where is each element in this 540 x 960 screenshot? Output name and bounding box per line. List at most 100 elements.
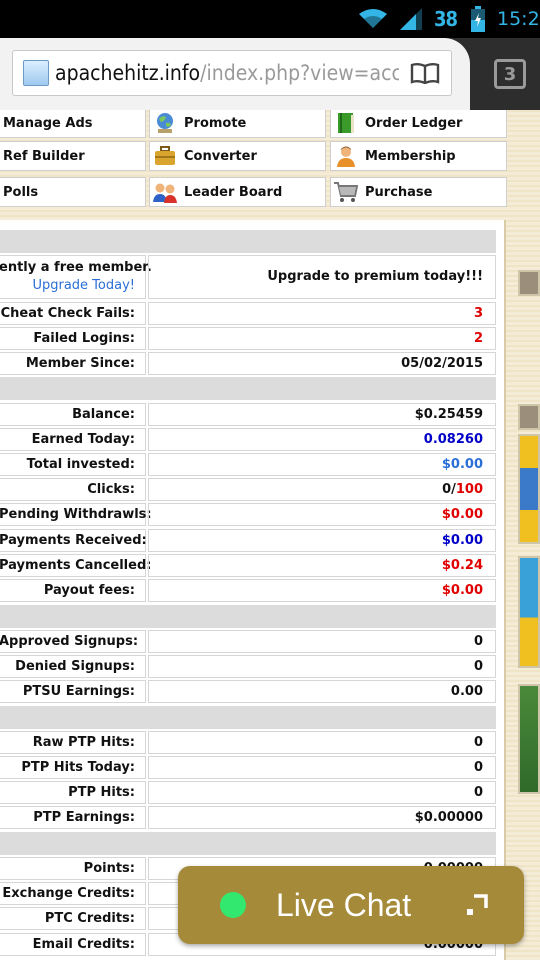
row-label: PTSU Earnings: — [0, 680, 146, 703]
site-favicon-icon — [23, 60, 49, 86]
row-value: 0 — [148, 781, 496, 804]
side-ad-banner[interactable] — [518, 434, 540, 544]
row-label: Denied Signups: — [0, 655, 146, 678]
row-value: 3 — [148, 302, 496, 325]
row-value: 0 — [148, 756, 496, 779]
nav-label: Order Ledger — [365, 115, 463, 131]
nav-label: Leader Board — [184, 184, 283, 200]
row-value: 0.00 — [148, 680, 496, 703]
row-label: Pending Withdrawls: — [0, 503, 152, 526]
row-label: Email Credits: — [0, 933, 146, 956]
nav-promote[interactable]: Promote — [149, 110, 326, 138]
nav-label: Ref Builder — [3, 148, 85, 164]
user-icon — [333, 143, 359, 169]
row-value: $0.24 — [148, 554, 496, 577]
account-stats-table: ently a free member. Upgrade Today! Upgr… — [0, 220, 506, 960]
membership-status-text: ently a free member. — [0, 260, 152, 275]
section-header — [0, 377, 496, 400]
book-icon — [333, 110, 359, 136]
online-status-icon — [220, 892, 246, 918]
nav-label: Membership — [365, 148, 456, 164]
section-header — [0, 706, 496, 729]
row-label: Payments Cancelled: — [0, 554, 151, 577]
row-value: $0.25459 — [148, 403, 496, 426]
row-value: 0/100 — [148, 478, 496, 501]
web-page: Manage Ads Promote Order Ledger Ref Buil… — [0, 110, 540, 960]
address-card: apachehitz.info/index.php?view=account — [0, 38, 470, 110]
row-label: Earned Today: — [0, 428, 146, 451]
row-label: PTP Hits: — [0, 781, 146, 804]
nav-membership[interactable]: Membership — [330, 141, 507, 171]
nav-polls[interactable]: Polls — [0, 177, 146, 207]
clock: 15:22 — [497, 8, 540, 30]
nav-label: Polls — [3, 184, 39, 200]
briefcase-icon — [152, 143, 178, 169]
nav-label: Manage Ads — [3, 115, 93, 131]
row-value: 05/02/2015 — [148, 352, 496, 375]
row-label: Payments Received: — [0, 529, 147, 552]
nav-ref-builder[interactable]: Ref Builder — [0, 141, 146, 171]
url-host: apachehitz.info — [55, 61, 201, 85]
nav-label: Purchase — [365, 184, 433, 200]
battery-icon — [470, 0, 486, 38]
row-label: Cheat Check Fails: — [0, 302, 146, 325]
expand-icon[interactable] — [466, 894, 488, 916]
row-label: Points: — [0, 857, 146, 880]
section-header — [0, 605, 496, 628]
section-header — [0, 230, 496, 253]
row-label: Approved Signups: — [0, 630, 146, 653]
membership-row: ently a free member. Upgrade Today! Upgr… — [0, 255, 496, 299]
url-text: apachehitz.info/index.php?view=account — [55, 61, 445, 85]
nav-label: Promote — [184, 115, 247, 131]
row-value: $0.00 — [148, 579, 496, 602]
row-label: Member Since: — [0, 352, 146, 375]
row-value: 0 — [148, 630, 496, 653]
side-banner-thumb[interactable] — [518, 270, 540, 296]
section-header — [0, 832, 496, 855]
row-value: 0.08260 — [148, 428, 496, 451]
row-value: 2 — [148, 327, 496, 350]
side-ad-banner[interactable] — [518, 556, 540, 668]
upgrade-today-link[interactable]: Upgrade Today! — [0, 277, 135, 295]
membership-status: ently a free member. Upgrade Today! — [0, 255, 152, 299]
clicks-done: 0/ — [442, 482, 456, 497]
address-bar[interactable]: apachehitz.info/index.php?view=account — [12, 50, 452, 96]
row-value: 0 — [148, 655, 496, 678]
row-label: PTP Hits Today: — [0, 756, 146, 779]
nav-order-ledger[interactable]: Order Ledger — [330, 110, 507, 138]
battery-level: 38 — [434, 7, 458, 31]
nav-purchase[interactable]: Purchase — [330, 177, 507, 207]
nav-manage-ads[interactable]: Manage Ads — [0, 110, 146, 138]
side-banner-thumb[interactable] — [518, 404, 540, 430]
row-label: Payout fees: — [0, 579, 146, 602]
signal-icon — [398, 0, 424, 38]
row-label: Raw PTP Hits: — [0, 731, 146, 754]
row-value: $0.00 — [148, 453, 496, 476]
row-label: Total invested: — [0, 453, 146, 476]
row-value: $0.00000 — [148, 806, 496, 829]
tab-switcher-button[interactable]: 3 — [494, 59, 526, 89]
wifi-icon — [358, 0, 388, 38]
nav-leader-board[interactable]: Leader Board — [149, 177, 326, 207]
nav-label: Converter — [184, 148, 257, 164]
row-value: 0 — [148, 731, 496, 754]
globe-icon — [152, 110, 178, 136]
side-ad-banner[interactable] — [518, 684, 540, 794]
row-label: Exchange Credits: — [0, 882, 146, 905]
live-chat-label: Live Chat — [276, 886, 412, 923]
nav-converter[interactable]: Converter — [149, 141, 326, 171]
row-value: $0.00 — [148, 503, 496, 526]
reader-mode-icon[interactable] — [399, 51, 451, 95]
upgrade-premium-link[interactable]: Upgrade to premium today!!! — [148, 255, 496, 299]
status-bar: 38 15:22 — [0, 0, 540, 38]
users-icon — [152, 179, 178, 205]
row-label: Failed Logins: — [0, 327, 146, 350]
row-label: Balance: — [0, 403, 146, 426]
cart-icon — [333, 179, 359, 205]
row-value: $0.00 — [148, 529, 496, 552]
live-chat-button[interactable]: Live Chat — [178, 866, 524, 944]
clicks-total: 100 — [455, 482, 483, 497]
browser-toolbar: apachehitz.info/index.php?view=account 3 — [0, 38, 540, 110]
row-label: PTC Credits: — [0, 907, 146, 930]
row-label: Clicks: — [0, 478, 146, 501]
